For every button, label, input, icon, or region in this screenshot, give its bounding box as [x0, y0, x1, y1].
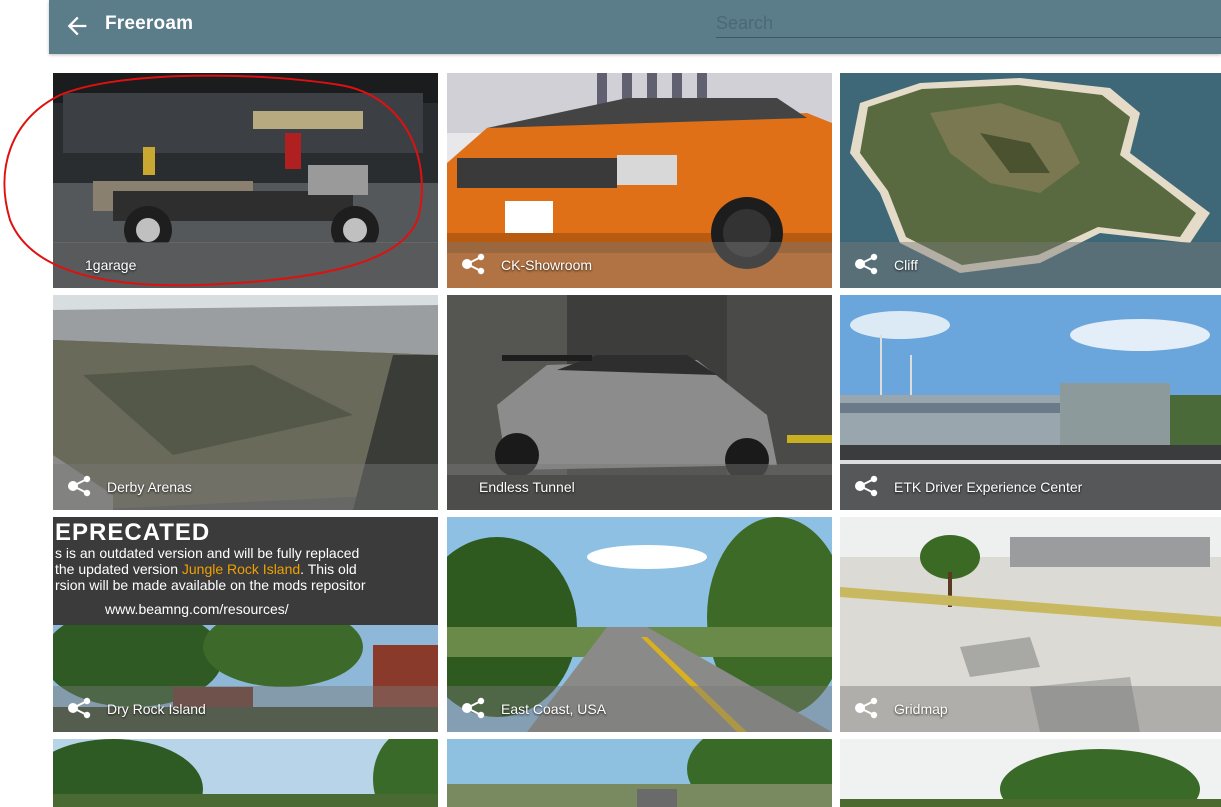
level-thumbnail [447, 739, 832, 807]
deprecated-line-2-tail: . This old [300, 561, 357, 577]
level-tile-1garage[interactable]: 1garage [53, 73, 438, 288]
deprecated-line-2-text: the updated version [55, 561, 182, 577]
back-arrow-icon[interactable] [63, 12, 91, 40]
deprecated-line-2: the updated version Jungle Rock Island. … [55, 561, 357, 577]
level-tile-ck-showroom[interactable]: CK-Showroom [447, 73, 832, 288]
page-title: Freeroam [105, 13, 194, 34]
deprecated-url: www.beamng.com/resources/ [105, 601, 289, 617]
search-input[interactable] [716, 9, 1221, 38]
level-tile-cliff[interactable]: Cliff [840, 73, 1221, 288]
mod-share-icon [855, 697, 878, 719]
level-label: Dry Rock Island [107, 701, 206, 717]
level-label: Gridmap [894, 701, 948, 717]
level-tile-partial[interactable] [840, 739, 1221, 807]
level-tile-gridmap[interactable]: Gridmap [840, 517, 1221, 732]
mod-share-icon [855, 475, 878, 497]
mod-share-icon [462, 253, 485, 275]
deprecated-notice: EPRECATED s is an outdated version and w… [53, 517, 438, 625]
level-tile-partial[interactable] [447, 739, 832, 807]
level-tile-etk-driver-experience-center[interactable]: ETK Driver Experience Center [840, 295, 1221, 510]
level-tile-derby-arenas[interactable]: Derby Arenas [53, 295, 438, 510]
level-label: Derby Arenas [107, 479, 192, 495]
mod-share-icon [462, 697, 485, 719]
deprecated-heading: EPRECATED [55, 519, 211, 546]
level-label: Endless Tunnel [479, 479, 575, 495]
level-tile-endless-tunnel[interactable]: Endless Tunnel [447, 295, 832, 510]
level-tile-dry-rock-island[interactable]: EPRECATED s is an outdated version and w… [53, 517, 438, 732]
top-bar: Freeroam [49, 0, 1221, 54]
mod-share-icon [68, 697, 91, 719]
level-label: Cliff [894, 257, 918, 273]
level-tile-partial[interactable] [53, 739, 438, 807]
level-label: East Coast, USA [501, 701, 607, 717]
level-thumbnail [840, 739, 1221, 807]
level-tile-east-coast-usa[interactable]: East Coast, USA [447, 517, 832, 732]
mod-share-icon [855, 253, 878, 275]
deprecated-link: Jungle Rock Island [181, 561, 301, 577]
deprecated-line-1: s is an outdated version and will be ful… [55, 545, 360, 561]
mod-share-icon [68, 475, 91, 497]
deprecated-line-3: rsion will be made available on the mods… [55, 577, 366, 593]
level-label: ETK Driver Experience Center [894, 479, 1083, 495]
level-thumbnail [53, 739, 438, 807]
level-label: 1garage [85, 257, 137, 273]
level-label: CK-Showroom [501, 257, 593, 273]
